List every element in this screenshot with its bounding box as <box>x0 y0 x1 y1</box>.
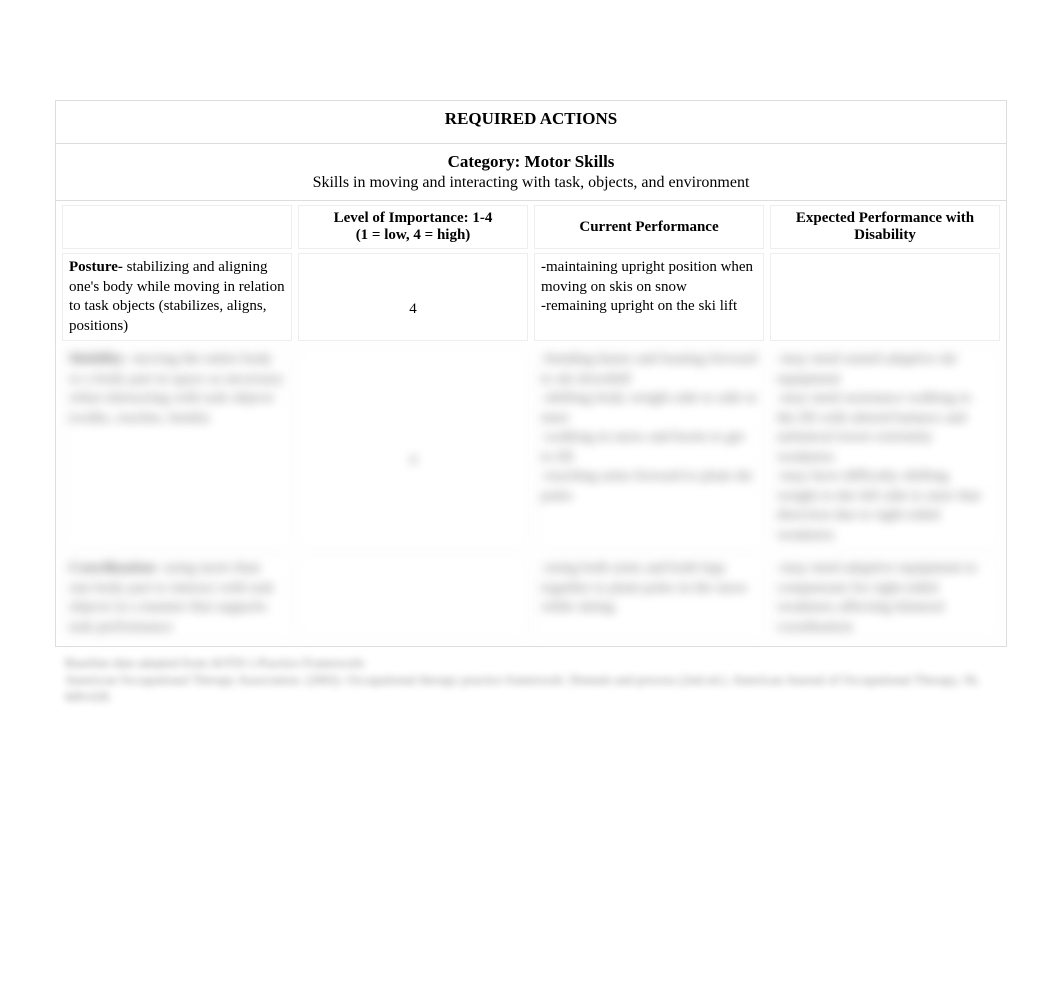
row-definition: Posture- stabilizing and aligning one's … <box>62 253 292 341</box>
document-frame: REQUIRED ACTIONS Category: Motor Skills … <box>55 100 1007 647</box>
row-term: Mobility- <box>69 351 133 367</box>
table-header-row: Level of Importance: 1-4 (1 = low, 4 = h… <box>62 205 1000 249</box>
row-expected <box>770 253 1000 341</box>
header-current: Current Performance <box>534 205 764 249</box>
actions-table: Level of Importance: 1-4 (1 = low, 4 = h… <box>56 201 1006 646</box>
header-blank <box>62 205 292 249</box>
table-row: Posture- stabilizing and aligning one's … <box>62 253 1000 341</box>
row-term: Posture- <box>69 259 127 275</box>
header-importance-line1: Level of Importance: 1-4 <box>305 210 521 227</box>
header-expected: Expected Performance with Disability <box>770 205 1000 249</box>
row-expected: -may need adaptive equipment to compensa… <box>770 554 1000 642</box>
row-rating: 4 <box>298 345 528 550</box>
footnote: Baseline data adopted from AOTAʼs Practi… <box>55 647 1007 710</box>
row-definition: Mobility- moving the entire body or a bo… <box>62 345 292 550</box>
header-importance: Level of Importance: 1-4 (1 = low, 4 = h… <box>298 205 528 249</box>
row-current: -maintaining upright position when movin… <box>534 253 764 341</box>
row-rating: 4 <box>298 253 528 341</box>
row-current: -bending knees and leaning forward to sk… <box>534 345 764 550</box>
table-row: Mobility- moving the entire body or a bo… <box>62 345 1000 550</box>
table-row: Coordination- using more than one body p… <box>62 554 1000 642</box>
category-block: Category: Motor Skills Skills in moving … <box>56 144 1006 201</box>
category-desc: Skills in moving and interacting with ta… <box>60 174 1002 192</box>
title: REQUIRED ACTIONS <box>56 101 1006 144</box>
row-term: Coordination- <box>69 560 164 576</box>
category-label: Category: Motor Skills <box>60 152 1002 172</box>
header-importance-line2: (1 = low, 4 = high) <box>305 227 521 244</box>
row-definition: Coordination- using more than one body p… <box>62 554 292 642</box>
row-rating <box>298 554 528 642</box>
row-expected: -may need seated adaptive ski equipment-… <box>770 345 1000 550</box>
row-current: -using both arms and both legs together … <box>534 554 764 642</box>
